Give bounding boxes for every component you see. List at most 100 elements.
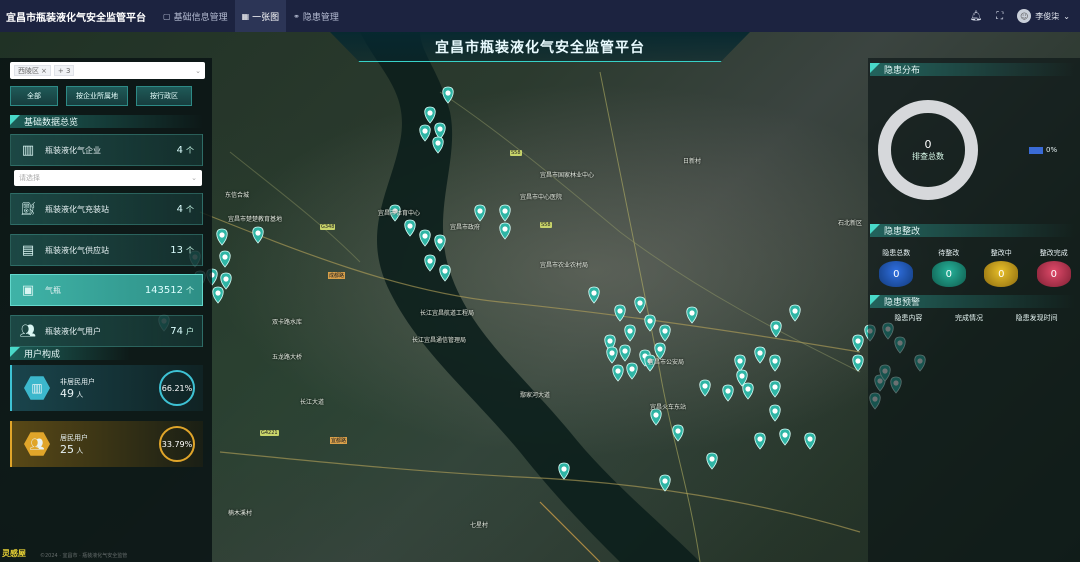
stat-unit: 户 xyxy=(186,326,194,336)
location-pin-icon[interactable] xyxy=(769,404,781,422)
fullscreen-icon[interactable]: ⛶ xyxy=(996,11,1003,22)
distribution-section-title: 隐患分布 xyxy=(870,63,1075,76)
comp-unit: 人 xyxy=(76,390,84,399)
location-pin-icon[interactable] xyxy=(852,354,864,372)
location-pin-icon[interactable] xyxy=(606,346,618,364)
location-pin-icon[interactable] xyxy=(789,304,801,322)
watermark-logo: 灵感屋 xyxy=(2,549,26,558)
tab-one-map[interactable]: ▦ 一张图 xyxy=(234,0,287,32)
location-pin-icon[interactable] xyxy=(634,296,646,314)
location-pin-icon[interactable] xyxy=(432,136,444,154)
file-icon: ▢ xyxy=(163,11,171,21)
road-label: S58 xyxy=(540,222,552,228)
location-pin-icon[interactable] xyxy=(558,462,570,480)
by-enterprise-button[interactable]: 按企业所属地 xyxy=(66,86,128,106)
location-pin-icon[interactable] xyxy=(644,314,656,332)
close-icon[interactable]: × xyxy=(41,67,47,75)
fix-label: 整改中 xyxy=(990,249,1012,257)
location-pin-icon[interactable] xyxy=(212,286,224,304)
location-pin-icon[interactable] xyxy=(439,264,451,282)
location-pin-icon[interactable] xyxy=(722,384,734,402)
stat-unit: 个 xyxy=(186,204,194,214)
fix-value: 0 xyxy=(931,261,966,287)
location-pin-icon[interactable] xyxy=(588,286,600,304)
map-label: 五龙路大桥 xyxy=(272,354,303,361)
bell-icon[interactable]: 🔔︎ xyxy=(970,11,983,22)
location-pin-icon[interactable] xyxy=(424,106,436,124)
location-pin-icon[interactable] xyxy=(769,354,781,372)
location-pin-icon[interactable] xyxy=(686,306,698,324)
location-pin-icon[interactable] xyxy=(699,379,711,397)
location-pin-icon[interactable] xyxy=(419,124,431,142)
enterprise-select[interactable]: 请选择 ⌄ xyxy=(14,170,202,186)
location-pin-icon[interactable] xyxy=(754,432,766,450)
stat-supply-station[interactable]: ▤ 瓶装液化气供应站 13 个 xyxy=(10,234,203,266)
location-pin-icon[interactable] xyxy=(624,324,636,342)
comp-text: 居民用户 25 人 xyxy=(60,432,88,457)
stat-enterprise[interactable]: ▥ 瓶装液化气企业 4个 xyxy=(10,134,203,166)
location-pin-icon[interactable] xyxy=(474,204,486,222)
left-panel: 西陵区 × + 3 ⌄ 全部 按企业所属地 按行政区 基础数据总览 ▥ 瓶装液化气… xyxy=(0,58,212,562)
location-pin-icon[interactable] xyxy=(659,324,671,342)
location-pin-icon[interactable] xyxy=(754,346,766,364)
fix-label: 待整改 xyxy=(938,249,960,257)
location-pin-icon[interactable] xyxy=(499,204,511,222)
location-pin-icon[interactable] xyxy=(219,250,231,268)
map-label: 长江宜昌通信管理局 xyxy=(412,337,467,344)
location-pin-icon[interactable] xyxy=(252,226,264,244)
location-pin-icon[interactable] xyxy=(659,474,671,492)
location-pin-icon[interactable] xyxy=(424,254,436,272)
all-button[interactable]: 全部 xyxy=(10,86,58,106)
location-pin-icon[interactable] xyxy=(434,234,446,252)
warning-section-title: 隐患预警 xyxy=(870,295,1075,308)
fix-value: 0 xyxy=(1036,261,1071,287)
location-pin-icon[interactable] xyxy=(499,222,511,240)
location-pin-icon[interactable] xyxy=(734,354,746,372)
location-pin-icon[interactable] xyxy=(650,408,662,426)
location-pin-icon[interactable] xyxy=(770,320,782,338)
location-pin-icon[interactable] xyxy=(442,86,454,104)
location-pin-icon[interactable] xyxy=(614,304,626,322)
stat-value: 13 xyxy=(170,244,183,256)
location-pin-icon[interactable] xyxy=(404,219,416,237)
fix-value: 0 xyxy=(984,261,1019,287)
location-pin-icon[interactable] xyxy=(706,452,718,470)
map-label: 鄢家河大道 xyxy=(520,392,551,399)
location-pin-icon[interactable] xyxy=(216,228,228,246)
select-placeholder: 请选择 xyxy=(19,174,40,182)
location-pin-icon[interactable] xyxy=(619,344,631,362)
map-label: 宜昌市楚楚教育基地 xyxy=(228,216,283,223)
stat-cylinder[interactable]: ▣ 气瓶 143512 个 xyxy=(10,274,203,306)
fix-item-in-progress: 整改中 0 xyxy=(977,248,1025,287)
stat-filling-station[interactable]: ⛽︎ 瓶装液化气充装站 4个 xyxy=(10,193,203,225)
filter-button-row: 全部 按企业所属地 按行政区 xyxy=(10,86,192,106)
stat-label: 气瓶 xyxy=(45,285,61,295)
location-pin-icon[interactable] xyxy=(419,229,431,247)
legend-swatch xyxy=(1029,146,1043,154)
road-label: 宜都路 xyxy=(330,437,348,444)
location-pin-icon[interactable] xyxy=(612,364,624,382)
road-label: G4221 xyxy=(260,430,279,436)
stat-users[interactable]: 👥︎ 瓶装液化气用户 74 户 xyxy=(10,315,203,347)
tab-basic-info[interactable]: ▢ 基础信息管理 xyxy=(156,0,235,32)
location-pin-icon[interactable] xyxy=(742,382,754,400)
location-pin-icon[interactable] xyxy=(626,362,638,380)
location-pin-icon[interactable] xyxy=(804,432,816,450)
by-district-button[interactable]: 按行政区 xyxy=(136,86,192,106)
location-pin-icon[interactable] xyxy=(852,334,864,352)
map-label: 宜昌市国家林业中心 xyxy=(540,172,595,179)
stat-unit: 个 xyxy=(186,145,194,155)
location-pin-icon[interactable] xyxy=(220,272,232,290)
building-icon: ▥ xyxy=(24,376,50,400)
location-pin-icon[interactable] xyxy=(434,122,446,140)
location-pin-icon[interactable] xyxy=(769,380,781,398)
tab-hazard-management[interactable]: ⚭ 隐患管理 xyxy=(286,0,346,32)
filter-chip[interactable]: 西陵区 × xyxy=(14,65,51,76)
stat-value: 143512 xyxy=(144,284,183,296)
location-pin-icon[interactable] xyxy=(672,424,684,442)
location-pin-icon[interactable] xyxy=(779,428,791,446)
top-right-tools: 🔔︎ ⛶ ☺ 李俊柒 ⌄ xyxy=(970,9,1080,23)
stat-unit: 个 xyxy=(186,245,194,255)
district-filter-select[interactable]: 西陵区 × + 3 ⌄ xyxy=(10,62,205,79)
user-menu[interactable]: ☺ 李俊柒 ⌄ xyxy=(1017,9,1070,23)
